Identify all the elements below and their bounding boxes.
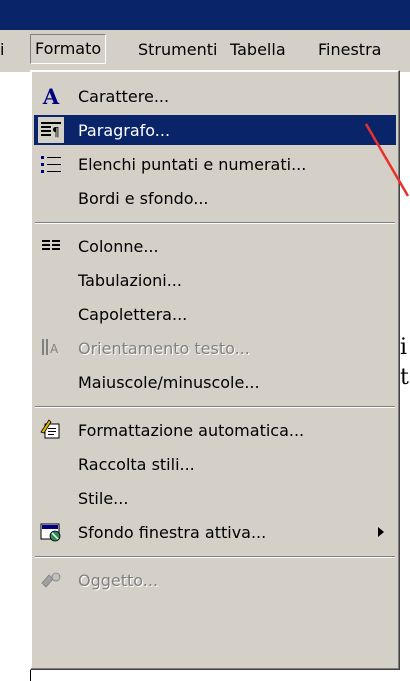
- annotation-arrow: [364, 123, 410, 197]
